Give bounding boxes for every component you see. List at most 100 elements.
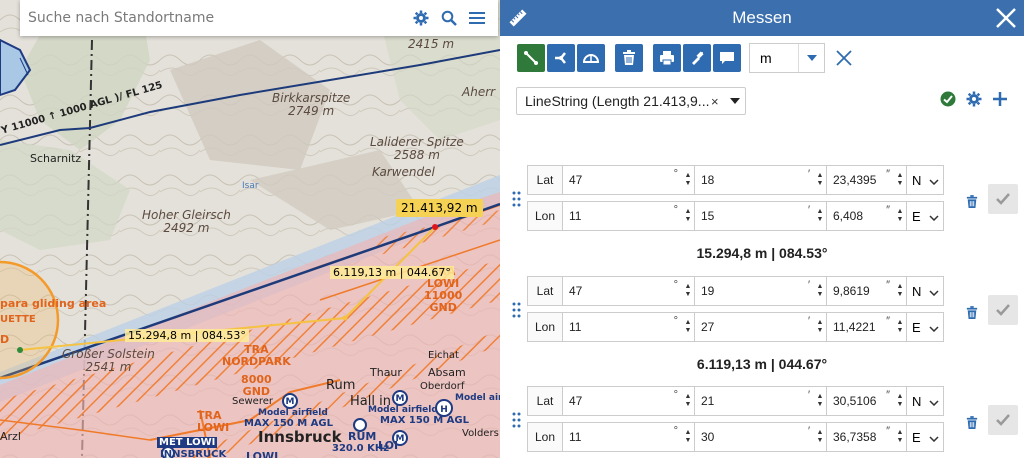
- stepper-icon[interactable]: ▲ ▼: [682, 319, 694, 335]
- stepper-icon[interactable]: ▲ ▼: [894, 283, 906, 299]
- lat-deg-value: 47: [569, 284, 583, 298]
- confirm-point-button[interactable]: [988, 295, 1018, 325]
- lon-sec-unit: ″: [886, 204, 890, 216]
- drag-handle-icon[interactable]: [512, 302, 522, 322]
- lat-deg-unit: °: [673, 168, 678, 180]
- stepper-icon[interactable]: ▲ ▼: [814, 429, 826, 445]
- lat-label: Lat: [527, 276, 563, 306]
- feature-select[interactable]: LineString (Length 21.413,9... ×: [516, 87, 746, 115]
- place-label-oberdorf: Oberdorf: [420, 381, 465, 392]
- lon-sec-input[interactable]: 6,408 ″ ▲ ▼: [827, 201, 907, 231]
- total-length-label: 21.413,92 m: [396, 199, 483, 217]
- stepper-icon[interactable]: ▲ ▼: [894, 172, 906, 188]
- confirm-point-button[interactable]: [988, 184, 1018, 214]
- airspace-label-nordpark: TRA NORDPARK 8000 GND: [222, 343, 291, 398]
- lat-sec-input[interactable]: 9,8619 ″ ▲ ▼: [827, 276, 907, 306]
- stepper-icon[interactable]: ▲ ▼: [682, 393, 694, 409]
- stepper-icon[interactable]: ▲ ▼: [894, 429, 906, 445]
- lat-hemisphere-value: N: [912, 393, 922, 409]
- caret-down-icon[interactable]: [798, 44, 824, 72]
- lat-sec-value: 9,8619: [833, 284, 870, 298]
- lon-sec-value: 6,408: [833, 209, 864, 223]
- stepper-icon[interactable]: ▲ ▼: [682, 283, 694, 299]
- lon-min-input[interactable]: 15 ′ ▲ ▼: [695, 201, 827, 231]
- place-label-scharnitz: Scharnitz: [30, 152, 82, 165]
- airfield-label-4: MAX 150 M AGL: [380, 415, 469, 426]
- stepper-icon[interactable]: ▲ ▼: [814, 208, 826, 224]
- place-label-eichat: Eichat: [428, 350, 459, 361]
- menu-icon[interactable]: [464, 5, 490, 31]
- measure-line-button[interactable]: [517, 44, 545, 72]
- comment-icon[interactable]: [713, 44, 741, 72]
- drag-handle-icon[interactable]: [512, 191, 522, 211]
- stepper-icon[interactable]: ▲ ▼: [814, 283, 826, 299]
- stepper-icon[interactable]: ▲ ▼: [894, 393, 906, 409]
- lat-min-input[interactable]: 21 ′ ▲ ▼: [695, 386, 827, 416]
- lat-deg-input[interactable]: 47 ° ▲ ▼: [563, 276, 695, 306]
- stepper-icon[interactable]: ▲ ▼: [682, 429, 694, 445]
- lat-row: Lat 47 ° ▲ ▼ 19 ′ ▲ ▼ 9,8619 ″ ▲ ▼ N: [527, 276, 944, 306]
- search-bar: [20, 0, 498, 36]
- lon-sec-input[interactable]: 11,4221 ″ ▲ ▼: [827, 312, 907, 342]
- lon-deg-input[interactable]: 11 ° ▲ ▼: [563, 312, 695, 342]
- stepper-icon[interactable]: ▲ ▼: [814, 393, 826, 409]
- lat-deg-input[interactable]: 47 ° ▲ ▼: [563, 165, 695, 195]
- map-view[interactable]: MMHM Birkkarspitze 2749 m Laliderer Spitz…: [0, 0, 500, 458]
- stepper-icon[interactable]: ▲ ▼: [682, 208, 694, 224]
- confirm-point-button[interactable]: [988, 405, 1018, 435]
- river-label-isar: Isar: [242, 181, 259, 191]
- peak-label-laliderer-spitze: Laliderer Spitze 2588 m: [370, 135, 464, 162]
- plus-icon[interactable]: [992, 91, 1008, 111]
- search-icon[interactable]: [436, 5, 462, 31]
- delete-point-icon[interactable]: [962, 303, 982, 323]
- delete-measure-button[interactable]: [615, 44, 643, 72]
- lon-min-value: 27: [701, 320, 715, 334]
- lat-min-value: 18: [701, 173, 715, 187]
- lat-sec-input[interactable]: 23,4395 ″ ▲ ▼: [827, 165, 907, 195]
- lon-hemisphere-select[interactable]: E: [907, 312, 944, 342]
- print-icon[interactable]: [653, 44, 681, 72]
- clear-icon[interactable]: [833, 47, 855, 69]
- lon-label: Lon: [527, 312, 563, 342]
- lon-hemisphere-value: E: [912, 208, 921, 224]
- lon-min-input[interactable]: 27 ′ ▲ ▼: [695, 312, 827, 342]
- lat-hemisphere-select[interactable]: N: [907, 386, 944, 416]
- stepper-icon[interactable]: ▲ ▼: [894, 319, 906, 335]
- lon-deg-input[interactable]: 11 ° ▲ ▼: [563, 422, 695, 452]
- lat-hemisphere-select[interactable]: N: [907, 165, 944, 195]
- drag-handle-icon[interactable]: [512, 412, 522, 432]
- lat-min-input[interactable]: 18 ′ ▲ ▼: [695, 165, 827, 195]
- lat-deg-input[interactable]: 47 ° ▲ ▼: [563, 386, 695, 416]
- lat-hemisphere-value: N: [912, 283, 922, 299]
- stepper-icon[interactable]: ▲ ▼: [894, 208, 906, 224]
- lon-deg-input[interactable]: 11 ° ▲ ▼: [563, 201, 695, 231]
- stepper-icon[interactable]: ▲ ▼: [814, 319, 826, 335]
- check-circle-icon[interactable]: [940, 91, 956, 111]
- unit-select[interactable]: m: [749, 43, 825, 73]
- lat-deg-unit: °: [673, 279, 678, 291]
- delete-point-icon[interactable]: [962, 413, 982, 433]
- lat-min-input[interactable]: 19 ′ ▲ ▼: [695, 276, 827, 306]
- caret-down-icon[interactable]: [725, 98, 745, 104]
- measure-angle-button[interactable]: [547, 44, 575, 72]
- measure-arc-button[interactable]: [577, 44, 605, 72]
- gear-icon[interactable]: [408, 5, 434, 31]
- gear-icon[interactable]: [966, 91, 982, 111]
- delete-point-icon[interactable]: [962, 192, 982, 212]
- stepper-icon[interactable]: ▲ ▼: [814, 172, 826, 188]
- stepper-icon[interactable]: ▲ ▼: [682, 172, 694, 188]
- lon-sec-input[interactable]: 36,7358 ″ ▲ ▼: [827, 422, 907, 452]
- search-input[interactable]: [28, 10, 406, 26]
- style-brush-icon[interactable]: [683, 44, 711, 72]
- close-icon[interactable]: [988, 0, 1024, 36]
- ruler-icon: [500, 0, 536, 36]
- place-label-arzl: Arzl: [0, 430, 21, 443]
- lon-min-input[interactable]: 30 ′ ▲ ▼: [695, 422, 827, 452]
- lat-sec-input[interactable]: 30,5106 ″ ▲ ▼: [827, 386, 907, 416]
- lon-hemisphere-select[interactable]: E: [907, 422, 944, 452]
- lat-sec-unit: ″: [886, 279, 890, 291]
- lat-hemisphere-select[interactable]: N: [907, 276, 944, 306]
- clear-selection-icon[interactable]: ×: [711, 94, 725, 109]
- place-label-volders: Volders: [462, 428, 499, 439]
- lon-hemisphere-select[interactable]: E: [907, 201, 944, 231]
